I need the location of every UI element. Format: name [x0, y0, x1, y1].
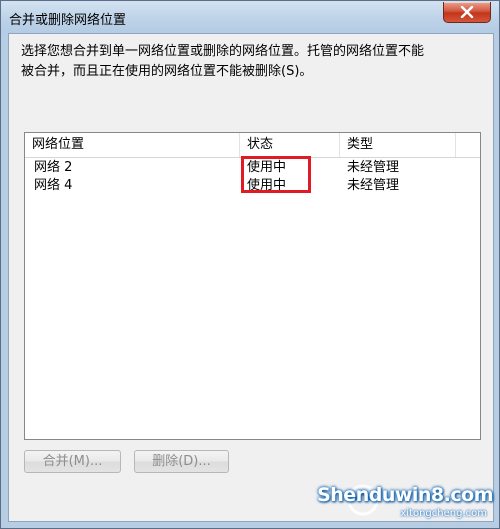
column-header-status[interactable]: 状态: [240, 133, 340, 157]
column-header-type[interactable]: 类型: [340, 133, 456, 157]
row-network-name: 网络 2: [34, 160, 73, 175]
instruction-line-1: 选择您想合并到单一网络位置或删除的网络位置。托管的网络位置不能: [21, 44, 425, 59]
row-type: 未经管理: [347, 160, 400, 175]
window-title: 合并或删除网络位置: [9, 13, 127, 28]
dialog-window: 合并或删除网络位置 选择您想合并到单一网络位置或删除的网络位置。托管的网络位置不…: [0, 0, 500, 529]
network-location-list[interactable]: 网络位置 状态 类型 网络 2 使用中 未经管理 网络 4 使用中 未经管理: [24, 132, 481, 440]
column-header-network-location[interactable]: 网络位置: [25, 133, 240, 157]
instruction-text: 选择您想合并到单一网络位置或删除的网络位置。托管的网络位置不能 被合并，而且正在…: [21, 42, 481, 82]
dialog-content: 选择您想合并到单一网络位置或删除的网络位置。托管的网络位置不能 被合并，而且正在…: [8, 33, 494, 522]
status-highlight-annotation: [241, 156, 311, 193]
instruction-line-2: 被合并，而且正在使用的网络位置不能被删除(S)。: [21, 64, 313, 79]
close-button[interactable]: [443, 2, 491, 23]
watermark-sub-text: xitongcheng.com: [400, 508, 487, 519]
row-type: 未经管理: [347, 178, 400, 193]
merge-button[interactable]: 合并(M)...: [24, 450, 121, 473]
delete-button[interactable]: 删除(D)...: [134, 450, 229, 473]
title-bar[interactable]: 合并或删除网络位置: [1, 1, 499, 33]
watermark-main-text: Shenduwin8.com: [317, 484, 493, 506]
site-watermark: Shenduwin8.com xitongcheng.com: [317, 478, 493, 522]
list-header: 网络位置 状态 类型: [25, 133, 480, 158]
close-icon: [460, 6, 474, 18]
row-network-name: 网络 4: [34, 178, 73, 193]
